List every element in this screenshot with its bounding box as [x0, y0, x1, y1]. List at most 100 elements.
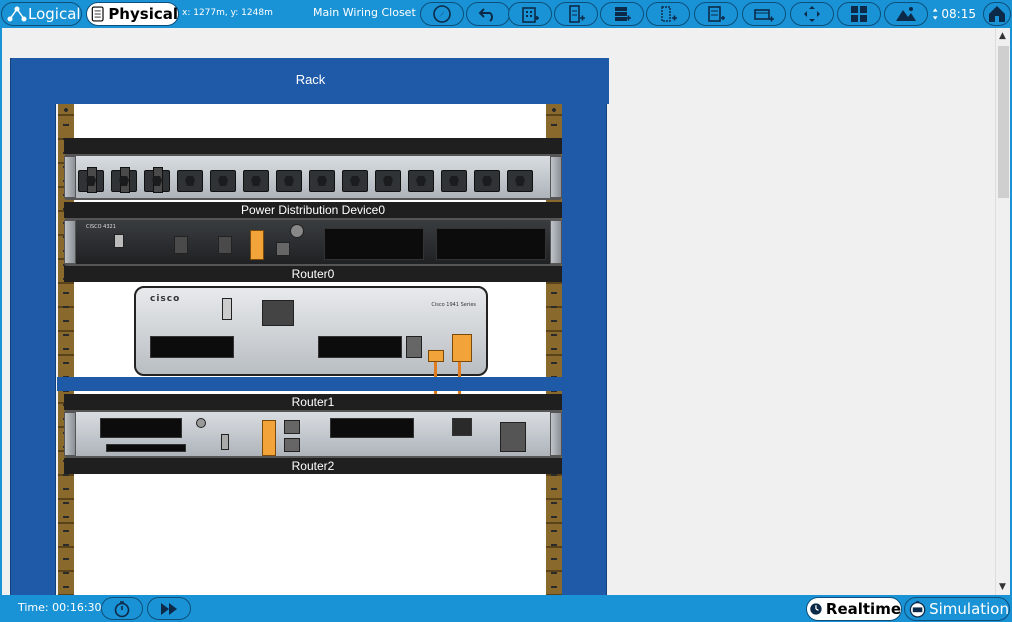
ge-port-0-1[interactable] — [452, 334, 472, 362]
move-object-button[interactable] — [694, 2, 738, 26]
tile-button[interactable] — [837, 2, 881, 26]
router0-chassis[interactable]: CISCO 4321 — [64, 218, 562, 266]
ge-port-0-0[interactable] — [428, 350, 444, 362]
power-outlet[interactable] — [78, 167, 104, 193]
ge-port-1[interactable] — [276, 242, 290, 256]
power-plug — [153, 167, 163, 193]
physical-workspace[interactable]: Rack Power Distribution Device0 CISCO 43… — [2, 28, 995, 595]
power-outlet[interactable] — [375, 170, 401, 192]
new-rack-button[interactable] — [600, 2, 644, 26]
power-switch[interactable] — [114, 234, 124, 248]
scroll-up-icon[interactable]: ▲ — [999, 31, 1006, 41]
device-label-pdu: Power Distribution Device0 — [64, 202, 562, 218]
power-outlet[interactable] — [408, 170, 434, 192]
physical-tab[interactable]: Physical — [86, 2, 179, 26]
power-inlet[interactable] — [500, 422, 526, 452]
power-outlet[interactable] — [441, 170, 467, 192]
console-port[interactable] — [406, 336, 422, 358]
ground-screw — [290, 224, 304, 238]
power-outlet[interactable] — [210, 170, 236, 192]
power-switch[interactable] — [222, 298, 232, 320]
rack-right-post — [561, 58, 607, 595]
power-outlet[interactable] — [111, 167, 137, 193]
undo-icon — [478, 8, 493, 22]
nim-slot[interactable] — [324, 228, 424, 260]
new-cluster-icon — [754, 9, 774, 22]
ge-port-0[interactable] — [250, 230, 264, 260]
navigation-button[interactable] — [420, 2, 464, 26]
undo-button[interactable] — [466, 2, 510, 26]
vertical-scrollbar[interactable]: ▲ ▼ — [995, 28, 1010, 595]
nim-slot[interactable] — [436, 228, 546, 260]
location-label: Main Wiring Closet — [313, 6, 416, 19]
home-button[interactable] — [983, 2, 1011, 26]
simulation-label: Simulation — [929, 600, 1009, 618]
mount-ear — [550, 220, 562, 264]
pan-icon — [804, 6, 820, 22]
mount-ear — [550, 412, 562, 456]
console-port[interactable] — [218, 236, 232, 254]
move-object-icon — [708, 6, 725, 22]
nim-slot[interactable] — [330, 418, 414, 438]
power-plug — [120, 167, 130, 193]
power-outlet[interactable] — [177, 170, 203, 192]
top-toolbar: Logical Physical x: 1277m, y: 1248m Main… — [0, 0, 1012, 28]
simulation-mode-button[interactable]: Simulation — [904, 597, 1010, 621]
new-closet-button[interactable] — [554, 2, 598, 26]
fast-forward-icon — [161, 602, 177, 615]
rack-shelf — [64, 138, 562, 154]
logical-icon — [7, 6, 27, 22]
scroll-thumb[interactable] — [998, 46, 1009, 198]
physical-icon — [91, 6, 104, 22]
usb-port[interactable] — [174, 236, 188, 254]
power-outlet[interactable] — [309, 170, 335, 192]
scroll-down-icon[interactable]: ▼ — [999, 582, 1006, 592]
clock-arrows-icon — [932, 8, 938, 20]
power-inlet[interactable] — [262, 300, 294, 326]
new-cluster-button[interactable] — [742, 2, 786, 26]
realtime-mode-button[interactable]: Realtime — [806, 597, 902, 621]
ground-screw — [196, 418, 206, 428]
power-outlet[interactable] — [507, 170, 533, 192]
ge-port-0[interactable] — [262, 420, 276, 456]
fast-forward-button[interactable] — [147, 597, 191, 620]
power-distribution-device[interactable] — [64, 154, 562, 200]
new-rack-icon — [615, 7, 631, 21]
router0-brand: CISCO 4321 — [86, 224, 116, 230]
rack-title: Rack — [295, 72, 326, 87]
ge-port-2[interactable] — [284, 438, 300, 452]
ehwic-slot[interactable] — [318, 336, 402, 358]
ge-port-1[interactable] — [284, 420, 300, 434]
power-outlet[interactable] — [474, 170, 500, 192]
mount-ear — [64, 220, 76, 264]
device-label-router0: Router0 — [64, 266, 562, 282]
background-image-button[interactable] — [884, 2, 928, 26]
simulation-stopwatch-icon — [909, 601, 926, 618]
logical-tab[interactable]: Logical — [1, 2, 82, 26]
power-outlet[interactable] — [144, 167, 170, 193]
reset-time-button[interactable] — [101, 597, 143, 620]
power-outlet[interactable] — [342, 170, 368, 192]
mount-ear — [64, 412, 76, 456]
new-building-button[interactable] — [508, 2, 552, 26]
new-table-icon — [661, 6, 677, 22]
nim-slot[interactable] — [100, 418, 182, 438]
realtime-label: Realtime — [825, 600, 901, 618]
power-outlet[interactable] — [243, 170, 269, 192]
bottom-toolbar: Time: 00:16:30 Realtime Simulation — [0, 595, 1012, 622]
ehwic-slot[interactable] — [150, 336, 234, 358]
navigation-icon — [433, 5, 451, 23]
device-label-router1: Router1 — [64, 394, 562, 410]
tile-icon — [851, 6, 867, 22]
power-outlet[interactable] — [276, 170, 302, 192]
usb-port[interactable] — [221, 434, 229, 450]
cisco-logo: cisco — [150, 294, 181, 304]
new-table-button[interactable] — [646, 2, 690, 26]
power-plug — [87, 167, 97, 193]
power-switch[interactable] — [452, 418, 472, 436]
pan-button[interactable] — [790, 2, 834, 26]
rack-left-post — [10, 58, 56, 595]
realtime-clock-icon — [810, 603, 822, 615]
router2-chassis[interactable] — [64, 410, 562, 458]
clock-time: 08:15 — [941, 7, 976, 21]
